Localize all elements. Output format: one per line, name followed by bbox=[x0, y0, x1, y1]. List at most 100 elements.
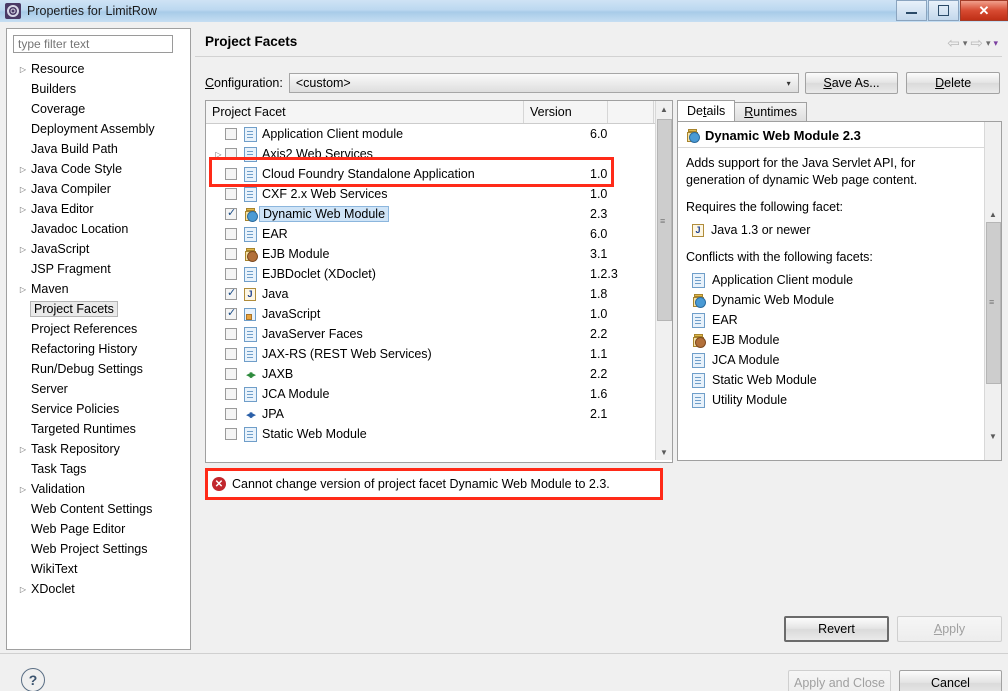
sidebar-item-task-tags[interactable]: Task Tags bbox=[7, 459, 188, 479]
cancel-button[interactable]: Cancel bbox=[899, 670, 1002, 691]
sidebar-item-javadoc-location[interactable]: Javadoc Location bbox=[7, 219, 188, 239]
save-as-button[interactable]: Save As... bbox=[804, 72, 899, 94]
expand-arrow-icon[interactable]: ▷ bbox=[17, 585, 29, 594]
document-icon bbox=[243, 146, 257, 162]
sidebar-item-service-policies[interactable]: Service Policies bbox=[7, 399, 188, 419]
table-row[interactable]: EAR6.0▾ bbox=[206, 224, 672, 244]
table-row[interactable]: JavaServer Faces2.2▾ bbox=[206, 324, 672, 344]
facet-checkbox[interactable] bbox=[225, 188, 237, 200]
facet-checkbox[interactable] bbox=[225, 306, 237, 320]
facet-checkbox[interactable] bbox=[225, 168, 237, 180]
facet-checkbox[interactable] bbox=[225, 388, 237, 400]
sidebar-item-task-repository[interactable]: ▷ Task Repository bbox=[7, 439, 188, 459]
sidebar-item-deployment-assembly[interactable]: Deployment Assembly bbox=[7, 119, 188, 139]
details-tabs: Details Runtimes bbox=[677, 100, 1002, 121]
facet-checkbox[interactable] bbox=[225, 428, 237, 440]
table-row[interactable]: Static Web Module bbox=[206, 424, 672, 444]
tab-runtimes[interactable]: Runtimes bbox=[734, 102, 808, 121]
sidebar-item-maven[interactable]: ▷ Maven bbox=[7, 279, 188, 299]
sidebar-item-project-references[interactable]: Project References bbox=[7, 319, 188, 339]
sidebar-item-wikitext[interactable]: WikiText bbox=[7, 559, 188, 579]
sidebar-item-javascript[interactable]: ▷ JavaScript bbox=[7, 239, 188, 259]
sidebar-item-targeted-runtimes[interactable]: Targeted Runtimes bbox=[7, 419, 188, 439]
facet-checkbox[interactable] bbox=[225, 286, 237, 300]
sidebar-item-label: Java Compiler bbox=[31, 182, 111, 196]
maximize-button[interactable] bbox=[928, 0, 959, 21]
sidebar-item-project-facets[interactable]: Project Facets bbox=[7, 299, 188, 319]
table-row[interactable]: EJBDoclet (XDoclet)1.2.3▾ bbox=[206, 264, 672, 284]
back-history-caret-icon[interactable]: ▾ bbox=[963, 38, 968, 49]
expand-arrow-icon[interactable]: ▷ bbox=[17, 185, 29, 194]
table-row[interactable]: JAX-RS (REST Web Services)1.1▾ bbox=[206, 344, 672, 364]
sidebar-item-java-code-style[interactable]: ▷ Java Code Style bbox=[7, 159, 188, 179]
close-button[interactable]: ✕ bbox=[960, 0, 1008, 21]
tab-details[interactable]: Details bbox=[677, 100, 736, 121]
details-scrollbar[interactable]: ▲ ≡ ▼ bbox=[984, 122, 1001, 460]
expand-arrow-icon[interactable]: ▷ bbox=[17, 65, 29, 74]
expand-arrow-icon[interactable]: ▷ bbox=[17, 205, 29, 214]
scroll-down-icon[interactable]: ▼ bbox=[656, 444, 672, 460]
sidebar-item-web-page-editor[interactable]: Web Page Editor bbox=[7, 519, 188, 539]
facet-checkbox[interactable] bbox=[225, 368, 237, 380]
conflicting-facet-item-label: Static Web Module bbox=[712, 373, 817, 387]
facet-checkbox[interactable] bbox=[225, 148, 237, 160]
sidebar-item-xdoclet[interactable]: ▷ XDoclet bbox=[7, 579, 188, 599]
sidebar-item-resource[interactable]: ▷ Resource bbox=[7, 59, 188, 79]
expand-arrow-icon[interactable]: ▷ bbox=[17, 485, 29, 494]
view-menu-caret-icon[interactable]: ▾ bbox=[993, 38, 998, 49]
filter-input[interactable] bbox=[13, 35, 173, 53]
facet-checkbox[interactable] bbox=[225, 348, 237, 360]
sidebar-item-web-content-settings[interactable]: Web Content Settings bbox=[7, 499, 188, 519]
table-row[interactable]: JCA Module1.6▾ bbox=[206, 384, 672, 404]
table-row[interactable]: ▷ Axis2 Web Services bbox=[206, 144, 672, 164]
expand-arrow-icon[interactable]: ▷ bbox=[17, 165, 29, 174]
configuration-combo[interactable]: <custom> ▾ bbox=[288, 73, 799, 93]
table-row[interactable]: Application Client module6.0▾ bbox=[206, 124, 672, 144]
document-icon bbox=[243, 166, 257, 182]
facet-checkbox[interactable] bbox=[225, 268, 237, 280]
facet-checkbox[interactable] bbox=[225, 228, 237, 240]
details-scroll-up-icon[interactable]: ▲ bbox=[985, 206, 1001, 222]
sidebar-item-run-debug-settings[interactable]: Run/Debug Settings bbox=[7, 359, 188, 379]
sidebar-item-java-editor[interactable]: ▷ Java Editor bbox=[7, 199, 188, 219]
sidebar-item-refactoring-history[interactable]: Refactoring History bbox=[7, 339, 188, 359]
arrow-right-icon[interactable]: ⇨ bbox=[970, 34, 983, 52]
forward-history-caret-icon[interactable]: ▾ bbox=[986, 38, 991, 49]
scroll-up-icon[interactable]: ▲ bbox=[656, 101, 672, 117]
table-row[interactable]: JavaScript 1.0 bbox=[206, 304, 672, 324]
facet-checkbox[interactable] bbox=[225, 248, 237, 260]
expand-arrow-icon[interactable]: ▷ bbox=[17, 285, 29, 294]
table-row[interactable]: ◂▸JPA2.1▾ bbox=[206, 404, 672, 424]
table-row[interactable]: EJB Module3.1▾ bbox=[206, 244, 672, 264]
facet-checkbox[interactable] bbox=[225, 328, 237, 340]
column-header-version[interactable]: Version bbox=[524, 101, 608, 123]
arrow-left-icon[interactable]: ⇦ bbox=[947, 34, 960, 52]
table-row[interactable]: JJava1.8▾ bbox=[206, 284, 672, 304]
table-row[interactable]: Dynamic Web Module2.3▾ bbox=[206, 204, 672, 224]
expand-arrow-icon[interactable]: ▷ bbox=[17, 445, 29, 454]
sidebar-item-web-project-settings[interactable]: Web Project Settings bbox=[7, 539, 188, 559]
sidebar-item-validation[interactable]: ▷ Validation bbox=[7, 479, 188, 499]
delete-button[interactable]: Delete bbox=[906, 72, 1000, 94]
column-header-project-facet[interactable]: Project Facet bbox=[206, 101, 524, 123]
sidebar-item-java-build-path[interactable]: Java Build Path bbox=[7, 139, 188, 159]
help-button[interactable]: ? bbox=[21, 668, 45, 691]
details-scroll-down-icon[interactable]: ▼ bbox=[985, 428, 1001, 444]
table-row[interactable]: ◂▸JAXB2.2▾ bbox=[206, 364, 672, 384]
sidebar-item-label: JSP Fragment bbox=[31, 262, 111, 276]
expand-arrow-icon[interactable]: ▷ bbox=[212, 150, 225, 159]
sidebar-item-jsp-fragment[interactable]: JSP Fragment bbox=[7, 259, 188, 279]
sidebar-item-coverage[interactable]: Coverage bbox=[7, 99, 188, 119]
table-row[interactable]: CXF 2.x Web Services 1.0 bbox=[206, 184, 672, 204]
sidebar-item-java-compiler[interactable]: ▷ Java Compiler bbox=[7, 179, 188, 199]
table-row[interactable]: Cloud Foundry Standalone Application 1.0 bbox=[206, 164, 672, 184]
minimize-button[interactable] bbox=[896, 0, 927, 21]
facet-checkbox[interactable] bbox=[225, 206, 237, 220]
facet-checkbox[interactable] bbox=[225, 128, 237, 140]
sidebar-item-server[interactable]: Server bbox=[7, 379, 188, 399]
table-scrollbar[interactable]: ▲ ≡ ▼ bbox=[655, 101, 672, 460]
revert-button[interactable]: Revert bbox=[784, 616, 889, 642]
facet-checkbox[interactable] bbox=[225, 408, 237, 420]
expand-arrow-icon[interactable]: ▷ bbox=[17, 245, 29, 254]
sidebar-item-builders[interactable]: Builders bbox=[7, 79, 188, 99]
